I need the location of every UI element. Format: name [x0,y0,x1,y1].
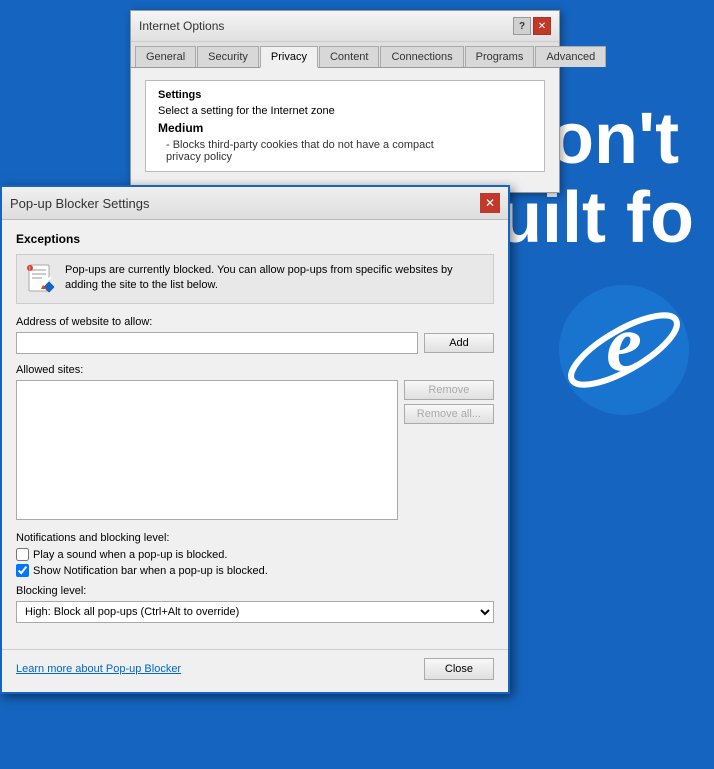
blocking-level-label: Blocking level: [16,585,494,597]
info-text: Pop-ups are currently blocked. You can a… [65,263,485,294]
learn-more-link[interactable]: Learn more about Pop-up Blocker [16,663,181,675]
settings-group: Settings Select a setting for the Intern… [145,80,545,172]
address-input[interactable] [16,332,418,354]
notifications-section: Notifications and blocking level: Play a… [16,532,494,577]
close-footer-button[interactable]: Close [424,658,494,680]
ie-logo: e [554,280,694,420]
settings-desc: Select a setting for the Internet zone [158,105,532,117]
address-label: Address of website to allow: [16,316,494,328]
checkbox-row-2: Show Notification bar when a pop-up is b… [16,564,494,577]
popup-close-button[interactable]: ✕ [480,193,500,213]
remove-button[interactable]: Remove [404,380,494,400]
add-button[interactable]: Add [424,333,494,353]
popup-blocker-content: Exceptions ! Pop-ups are currently block… [2,220,508,645]
blocking-level-select[interactable]: High: Block all pop-ups (Ctrl+Alt to ove… [16,601,494,623]
play-sound-label: Play a sound when a pop-up is blocked. [33,549,227,561]
allowed-sites-list[interactable] [16,380,398,520]
tab-general[interactable]: General [135,46,196,67]
allowed-label: Allowed sites: [16,364,494,376]
show-notification-label: Show Notification bar when a pop-up is b… [33,565,268,577]
title-button-group: ? ✕ [513,17,551,35]
popup-blocker-titlebar: Pop-up Blocker Settings ✕ [2,187,508,220]
side-buttons: Remove Remove all... [404,380,494,520]
play-sound-checkbox[interactable] [16,548,29,561]
popup-blocker-dialog: Pop-up Blocker Settings ✕ Exceptions ! [0,185,510,694]
exceptions-heading: Exceptions [16,232,494,246]
internet-options-dialog: Internet Options ? ✕ General Security Pr… [130,10,560,193]
tab-security[interactable]: Security [197,46,259,67]
bullet1: - Blocks third-party cookies that do not… [158,139,532,151]
popup-blocker-title: Pop-up Blocker Settings [10,196,149,211]
remove-all-button[interactable]: Remove all... [404,404,494,424]
popup-blocker-footer: Learn more about Pop-up Blocker Close [2,649,508,692]
show-notification-checkbox[interactable] [16,564,29,577]
allowed-row: Remove Remove all... [16,380,494,520]
tab-programs[interactable]: Programs [465,46,535,67]
blocking-section: Blocking level: High: Block all pop-ups … [16,585,494,623]
info-box: ! Pop-ups are currently blocked. You can… [16,254,494,304]
tab-advanced[interactable]: Advanced [535,46,606,67]
bullet2: privacy policy [158,151,532,163]
tab-content[interactable]: Content [319,46,380,67]
checkbox-row-1: Play a sound when a pop-up is blocked. [16,548,494,561]
medium-label: Medium [158,121,532,135]
info-icon: ! [25,263,57,295]
tab-privacy[interactable]: Privacy [260,46,318,68]
internet-options-titlebar: Internet Options ? ✕ [131,11,559,42]
tabs-row: General Security Privacy Content Connect… [131,42,559,68]
internet-options-title: Internet Options [139,19,224,33]
settings-heading: Settings [158,89,532,101]
close-button[interactable]: ✕ [533,17,551,35]
address-row: Add [16,332,494,354]
notifications-label: Notifications and blocking level: [16,532,494,544]
help-button[interactable]: ? [513,17,531,35]
internet-options-content: Settings Select a setting for the Intern… [131,68,559,192]
tab-connections[interactable]: Connections [380,46,463,67]
